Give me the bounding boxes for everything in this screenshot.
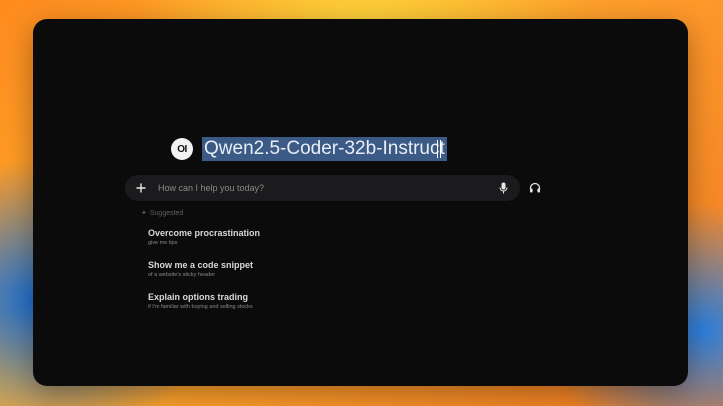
suggested-heading: ✦ Suggested: [141, 209, 184, 218]
suggestion-subtitle: if I'm familiar with buying and selling …: [148, 304, 253, 310]
sparkle-icon: ✦: [141, 210, 147, 217]
suggestion-subtitle: give me tips: [148, 240, 178, 246]
model-name-title[interactable]: Qwen2.5-Coder-32b-Instruct: [202, 137, 447, 161]
suggestion-item[interactable]: Overcome procrastination give me tips: [148, 228, 260, 247]
plus-icon[interactable]: [134, 181, 148, 195]
suggestion-item[interactable]: Show me a code snippet of a website's st…: [148, 260, 253, 279]
suggested-label: Suggested: [149, 209, 184, 217]
prompt-input[interactable]: [156, 182, 496, 194]
suggestion-subtitle: of a website's sticky header: [148, 272, 216, 278]
app-window: OI Qwen2.5-Coder-32b-Instruct ✦ Suggeste…: [33, 19, 688, 386]
microphone-icon[interactable]: [496, 181, 510, 195]
model-name-text: Qwen2.5-Coder-32b-Instruct: [204, 138, 445, 159]
model-header: OI Qwen2.5-Coder-32b-Instruct: [171, 136, 447, 162]
headphones-icon[interactable]: [527, 180, 543, 196]
prompt-bar: [125, 175, 520, 201]
text-cursor-icon: [436, 140, 441, 158]
suggestion-item[interactable]: Explain options trading if I'm familiar …: [148, 292, 253, 311]
suggestion-title: Show me a code snippet: [148, 260, 254, 270]
model-logo-icon: OI: [171, 138, 193, 160]
suggestion-title: Overcome procrastination: [148, 228, 261, 238]
suggestion-title: Explain options trading: [148, 292, 249, 302]
